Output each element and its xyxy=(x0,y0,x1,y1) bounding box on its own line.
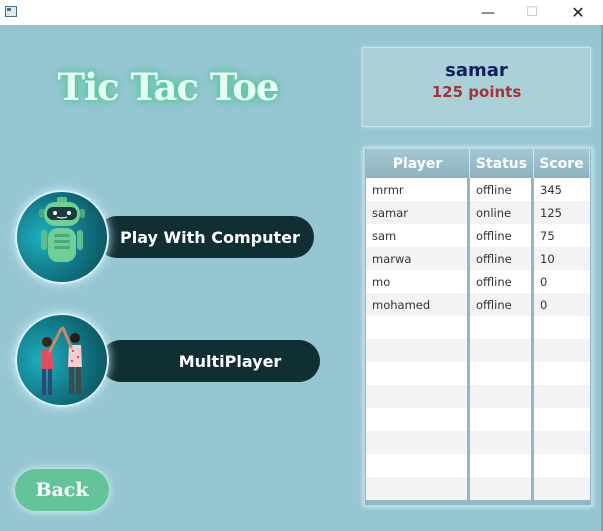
table-cell-player xyxy=(366,316,470,339)
table-row[interactable]: mo offline 0 xyxy=(366,270,590,293)
table-cell-player xyxy=(366,362,470,385)
column-header-score[interactable]: Score xyxy=(534,149,590,178)
table-row[interactable]: sam offline 75 xyxy=(366,224,590,247)
table-row[interactable] xyxy=(366,339,590,362)
multiplayer-label: MultiPlayer xyxy=(178,351,282,371)
table-cell-status xyxy=(470,431,534,454)
table-cell-score xyxy=(534,316,590,339)
table-cell-status xyxy=(470,339,534,362)
table-row[interactable] xyxy=(366,408,590,431)
table-row[interactable]: marwa offline 10 xyxy=(366,247,590,270)
table-cell-score xyxy=(534,477,590,500)
table-cell-score xyxy=(534,385,590,408)
app-window-icon xyxy=(5,6,17,17)
player-name: samar xyxy=(445,60,508,81)
table-cell-status xyxy=(470,316,534,339)
window-titlebar: — ☐ ✕ xyxy=(0,0,603,25)
table-cell-player xyxy=(366,385,470,408)
table-cell-score: 75 xyxy=(534,224,590,247)
table-cell-player xyxy=(366,454,470,477)
table-cell-score xyxy=(534,454,590,477)
table-cell-status xyxy=(470,477,534,500)
table-row[interactable] xyxy=(366,477,590,500)
multiplayer-button[interactable]: MultiPlayer xyxy=(100,340,320,382)
table-cell-player xyxy=(366,477,470,500)
table-cell-player: marwa xyxy=(366,247,470,270)
table-cell-player xyxy=(366,408,470,431)
table-cell-status: offline xyxy=(470,178,534,201)
table-cell-status: offline xyxy=(470,224,534,247)
table-cell-status xyxy=(470,454,534,477)
table-cell-status: offline xyxy=(470,293,534,316)
table-cell-status: offline xyxy=(470,270,534,293)
table-cell-player xyxy=(366,339,470,362)
back-label: Back xyxy=(35,479,89,501)
minimize-button[interactable]: — xyxy=(465,0,511,25)
back-button[interactable]: Back xyxy=(15,469,109,511)
table-body: mrmr offline 345 samar online 125 sam offline 75… xyxy=(366,178,590,503)
table-cell-status: offline xyxy=(470,247,534,270)
column-header-status[interactable]: Status xyxy=(470,149,534,178)
play-with-computer-label: Play With Computer xyxy=(120,227,300,247)
table-cell-player xyxy=(366,431,470,454)
table-cell-player: mohamed xyxy=(366,293,470,316)
player-score-card: samar 125 points xyxy=(362,47,591,127)
two-players-icon[interactable] xyxy=(15,313,109,407)
table-row[interactable] xyxy=(366,454,590,477)
table-cell-status: online xyxy=(470,201,534,224)
table-cell-score xyxy=(534,339,590,362)
table-cell-player: sam xyxy=(366,224,470,247)
player-points: 125 points xyxy=(431,83,522,101)
close-button[interactable]: ✕ xyxy=(555,0,601,25)
table-row[interactable] xyxy=(366,431,590,454)
table-cell-player: mo xyxy=(366,270,470,293)
table-row[interactable]: mohamed offline 0 xyxy=(366,293,590,316)
table-row[interactable]: samar online 125 xyxy=(366,201,590,224)
table-cell-score xyxy=(534,408,590,431)
table-row[interactable] xyxy=(366,316,590,339)
play-with-computer-button[interactable]: Play With Computer xyxy=(96,216,314,258)
table-cell-status xyxy=(470,408,534,431)
table-header: Player Status Score xyxy=(366,149,590,178)
table-row[interactable]: mrmr offline 345 xyxy=(366,178,590,201)
table-cell-score xyxy=(534,431,590,454)
players-table[interactable]: Player Status Score mrmr offline 345 samar o… xyxy=(363,147,593,507)
table-cell-score: 10 xyxy=(534,247,590,270)
maximize-button[interactable]: ☐ xyxy=(509,0,555,25)
table-cell-score: 0 xyxy=(534,270,590,293)
table-cell-player: mrmr xyxy=(366,178,470,201)
table-cell-score xyxy=(534,362,590,385)
table-row[interactable] xyxy=(366,362,590,385)
table-row[interactable] xyxy=(366,385,590,408)
game-title: Tic Tac Toe xyxy=(57,65,280,109)
table-cell-status xyxy=(470,362,534,385)
table-cell-status xyxy=(470,385,534,408)
robot-icon[interactable] xyxy=(15,190,109,284)
table-cell-score: 345 xyxy=(534,178,590,201)
table-cell-score: 125 xyxy=(534,201,590,224)
table-cell-player: samar xyxy=(366,201,470,224)
main-panel: Tic Tac Toe Play With Computer MultiPlay… xyxy=(0,25,603,531)
column-header-player[interactable]: Player xyxy=(366,149,470,178)
table-cell-score: 0 xyxy=(534,293,590,316)
